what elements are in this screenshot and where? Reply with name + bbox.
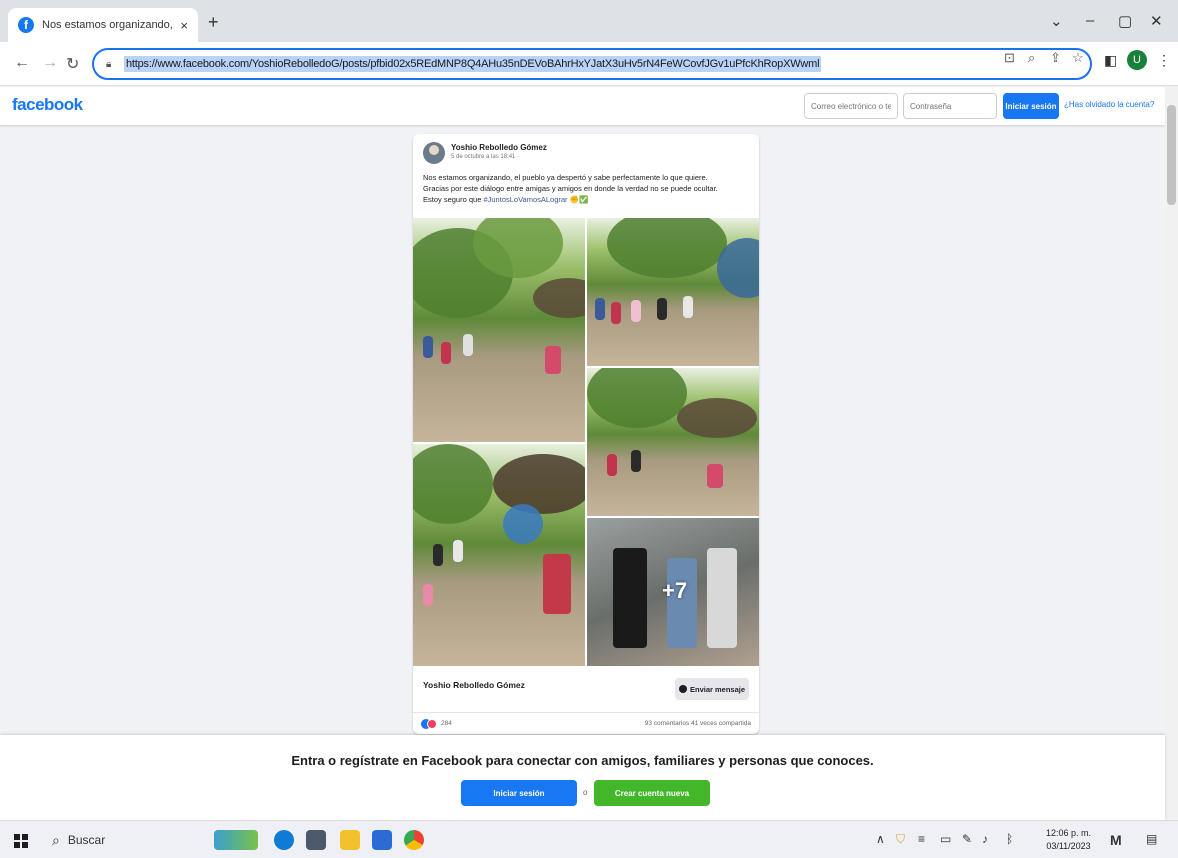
login-banner: Entra o regístrate en Facebook para cone… xyxy=(0,735,1165,820)
network-icon[interactable]: ≡ xyxy=(918,832,925,846)
windows-taskbar: ⌕ Buscar ∧ ⛉ ≡ ▭ ✎ ♪ ᛒ 12:06 p. m. 03/11… xyxy=(0,820,1178,858)
post-photo[interactable] xyxy=(587,218,759,366)
profile-avatar[interactable]: U xyxy=(1127,50,1147,70)
taskbar-search[interactable]: ⌕ Buscar xyxy=(52,829,202,851)
post-signature: Yoshio Rebolledo Gómez Enviar mensaje xyxy=(413,666,759,712)
browser-tab[interactable]: f Nos estamos organizando, el... × xyxy=(8,8,198,42)
post-card: Yoshio Rebolledo Gómez 5 de octubre a la… xyxy=(413,134,759,734)
post-text-line: Estoy seguro que #JuntosLoVamosALograr ✊… xyxy=(423,194,753,205)
emoji-icons: ✊✅ xyxy=(569,195,589,204)
search-icon: ⌕ xyxy=(52,831,60,848)
clock-date: 03/11/2023 xyxy=(1046,841,1091,851)
security-icon[interactable]: ⛉ xyxy=(896,832,905,847)
password-field[interactable] xyxy=(903,93,997,119)
post-text-line-start: Estoy seguro que xyxy=(423,195,482,204)
lock-icon: 🔒︎ xyxy=(106,59,112,70)
url-text[interactable]: https://www.facebook.com/YoshioRebolledo… xyxy=(124,56,822,72)
battery-icon[interactable]: ▭ xyxy=(940,832,951,846)
volume-icon[interactable]: ♪ xyxy=(982,832,988,846)
new-tab-button[interactable]: + xyxy=(208,12,219,33)
show-hidden-icons-icon[interactable]: ∧ xyxy=(876,832,885,846)
side-panel-icon[interactable]: ◧ xyxy=(1104,52,1117,69)
bluetooth-icon[interactable]: ᛒ xyxy=(1006,832,1013,846)
signature-name[interactable]: Yoshio Rebolledo Gómez xyxy=(423,680,525,690)
banner-or-text: o xyxy=(583,788,588,797)
share-icon[interactable]: ⇪ xyxy=(1050,50,1061,66)
facebook-logo[interactable]: facebook xyxy=(12,95,83,115)
chrome-icon[interactable] xyxy=(404,830,424,850)
banner-text: Entra o regístrate en Facebook para cone… xyxy=(291,753,874,768)
post-text: Nos estamos organizando, el pueblo ya de… xyxy=(423,172,753,205)
terminal-icon[interactable] xyxy=(306,830,326,850)
photo-grid: +7 xyxy=(413,218,759,666)
post-photo[interactable] xyxy=(413,218,585,442)
love-reaction-icon[interactable] xyxy=(427,719,437,729)
menu-kebab-icon[interactable]: ⋮ xyxy=(1157,52,1171,69)
email-field[interactable] xyxy=(804,93,898,119)
reactions-bar: 284 93 comentarios 41 veces compartida xyxy=(413,712,759,734)
comments-shares-count[interactable]: 93 comentarios 41 veces compartida xyxy=(645,720,751,727)
notifications-icon[interactable]: ▤ xyxy=(1146,832,1157,846)
reload-icon[interactable]: ↻ xyxy=(66,54,79,74)
send-message-label: Enviar mensaje xyxy=(689,684,746,694)
reaction-count[interactable]: 284 xyxy=(441,720,452,727)
app-m-icon[interactable]: M xyxy=(1110,832,1122,848)
clock-time: 12:06 p. m. xyxy=(1046,828,1092,838)
taskbar-search-label: Buscar xyxy=(67,833,106,847)
header-login-button[interactable]: Iniciar sesión xyxy=(1003,93,1059,119)
scrollbar-thumb[interactable] xyxy=(1167,105,1176,205)
hashtag-link[interactable]: #JuntosLoVamosALograr xyxy=(483,195,567,204)
post-text-line: Gracias por este diálogo entre amigas y … xyxy=(423,184,718,193)
forgot-account-link[interactable]: ¿Has olvidado la cuenta? xyxy=(1064,100,1154,109)
forward-icon[interactable]: → xyxy=(42,54,58,72)
edge-icon[interactable] xyxy=(274,830,294,850)
back-icon[interactable]: ← xyxy=(14,54,30,72)
post-photo[interactable]: +7 xyxy=(587,518,759,666)
pen-icon[interactable]: ✎ xyxy=(962,832,972,846)
address-bar[interactable]: 🔒︎ https://www.facebook.com/YoshioReboll… xyxy=(92,48,1092,80)
page-scrollbar[interactable] xyxy=(1165,87,1178,820)
browser-toolbar: ← → ↻ 🔒︎ https://www.facebook.com/Yoshio… xyxy=(0,42,1178,86)
tab-search-icon[interactable]: ⌄ xyxy=(1050,12,1063,30)
post-photo[interactable] xyxy=(587,368,759,516)
banner-login-button[interactable]: Iniciar sesión xyxy=(461,780,577,806)
file-explorer-icon[interactable] xyxy=(340,830,360,850)
bookmark-star-icon[interactable]: ☆ xyxy=(1072,50,1084,66)
tab-close-icon[interactable]: × xyxy=(180,18,188,33)
install-app-icon[interactable]: ⊡ xyxy=(1004,50,1015,66)
send-message-button[interactable]: Enviar mensaje xyxy=(675,678,749,700)
facebook-header: facebook Iniciar sesión ¿Has olvidado la… xyxy=(0,87,1165,125)
store-icon[interactable] xyxy=(372,830,392,850)
zoom-icon[interactable]: ⌕ xyxy=(1028,50,1035,66)
author-avatar[interactable] xyxy=(423,142,445,164)
minimize-icon[interactable]: – xyxy=(1086,12,1094,29)
messenger-icon xyxy=(678,685,687,693)
post-author[interactable]: Yoshio Rebolledo Gómez xyxy=(451,143,547,152)
post-photo[interactable] xyxy=(413,444,585,666)
tab-strip: f Nos estamos organizando, el... × + ⌄ –… xyxy=(0,0,1178,42)
post-date[interactable]: 5 de octubre a las 18:41 · xyxy=(451,154,519,160)
restore-icon[interactable]: ▢ xyxy=(1118,12,1132,30)
facebook-favicon-icon: f xyxy=(18,17,34,33)
tab-title: Nos estamos organizando, el... xyxy=(42,19,174,31)
post-text-line: Nos estamos organizando, el pueblo ya de… xyxy=(423,173,708,182)
create-account-button[interactable]: Crear cuenta nueva xyxy=(594,780,710,806)
window-close-icon[interactable]: ✕ xyxy=(1150,12,1163,30)
taskbar-clock[interactable]: 12:06 p. m. 03/11/2023 xyxy=(1046,827,1091,853)
more-photos-count[interactable]: +7 xyxy=(662,578,687,604)
weather-widget-icon[interactable] xyxy=(214,830,258,850)
windows-start-icon[interactable] xyxy=(14,834,28,848)
